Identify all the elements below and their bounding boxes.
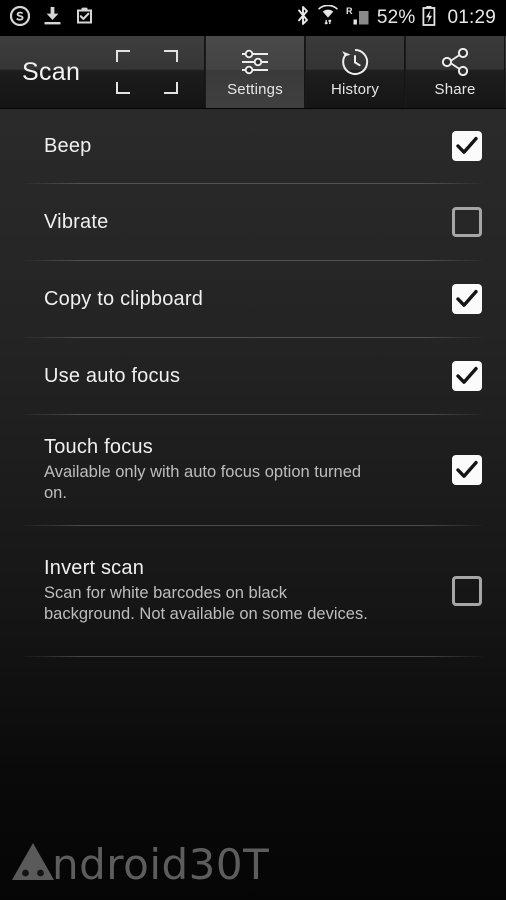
tab-scan[interactable]: Scan xyxy=(0,36,205,108)
list-divider xyxy=(24,656,482,657)
setting-subtitle: Available only with auto focus option tu… xyxy=(44,462,362,502)
checkbox-beep[interactable] xyxy=(452,131,482,161)
setting-row-beep[interactable]: Beep xyxy=(0,109,506,183)
status-bar-clock: 01:29 xyxy=(447,7,496,28)
tab-share[interactable]: Share xyxy=(405,36,505,108)
battery-charging-icon xyxy=(422,5,436,31)
setting-title: Vibrate xyxy=(44,210,109,233)
wifi-icon xyxy=(317,4,339,31)
svg-text:R: R xyxy=(346,6,353,16)
viewfinder-brackets-icon xyxy=(116,50,178,94)
setting-text: Copy to clipboard xyxy=(44,288,452,311)
tab-settings-label: Settings xyxy=(227,80,283,98)
setting-row-touch-focus[interactable]: Touch focus Available only with auto foc… xyxy=(0,415,506,525)
settings-list: Beep Vibrate Copy to clipboard Use auto … xyxy=(0,109,506,900)
status-bar-left-icons xyxy=(9,5,94,31)
setting-row-invert-scan[interactable]: Invert scan Scan for white barcodes on b… xyxy=(0,526,506,656)
setting-text: Vibrate xyxy=(44,211,452,234)
setting-title: Invert scan xyxy=(44,556,145,579)
clipboard-check-icon xyxy=(75,6,94,30)
setting-row-vibrate[interactable]: Vibrate xyxy=(0,184,506,260)
tab-share-label: Share xyxy=(434,80,476,98)
checkbox-use-auto-focus[interactable] xyxy=(452,361,482,391)
status-bar: R 52% 01:29 xyxy=(0,0,506,36)
checkbox-vibrate[interactable] xyxy=(452,207,482,237)
setting-text: Use auto focus xyxy=(44,365,452,388)
battery-percent-label: 52% xyxy=(376,7,416,28)
status-bar-right-icons: R 52% 01:29 xyxy=(296,4,496,31)
checkbox-touch-focus[interactable] xyxy=(452,455,482,485)
checkbox-invert-scan[interactable] xyxy=(452,576,482,606)
setting-row-copy-to-clipboard[interactable]: Copy to clipboard xyxy=(0,261,506,337)
sliders-icon xyxy=(238,47,272,77)
app-screen: R 52% 01:29 Scan Settings History Share … xyxy=(0,0,506,900)
setting-text: Invert scan Scan for white barcodes on b… xyxy=(44,557,452,626)
setting-text: Touch focus Available only with auto foc… xyxy=(44,436,452,505)
share-nodes-icon xyxy=(439,47,471,77)
roaming-signal-icon: R xyxy=(346,5,370,31)
setting-row-use-auto-focus[interactable]: Use auto focus xyxy=(0,338,506,414)
checkbox-copy-to-clipboard[interactable] xyxy=(452,284,482,314)
history-clock-icon xyxy=(339,47,371,77)
setting-subtitle: Scan for white barcodes on black backgro… xyxy=(44,583,368,623)
setting-title: Copy to clipboard xyxy=(44,287,204,310)
setting-text: Beep xyxy=(44,135,452,158)
page-title: Scan xyxy=(22,57,81,86)
skype-icon xyxy=(9,5,31,31)
tab-history[interactable]: History xyxy=(305,36,405,108)
setting-title: Touch focus xyxy=(44,435,153,458)
action-bar: Scan Settings History Share xyxy=(0,36,506,109)
bluetooth-icon xyxy=(296,5,310,31)
tab-history-label: History xyxy=(330,80,380,98)
setting-title: Beep xyxy=(44,134,92,157)
setting-title: Use auto focus xyxy=(44,364,181,387)
download-icon xyxy=(44,6,61,30)
tab-settings[interactable]: Settings xyxy=(205,36,305,108)
